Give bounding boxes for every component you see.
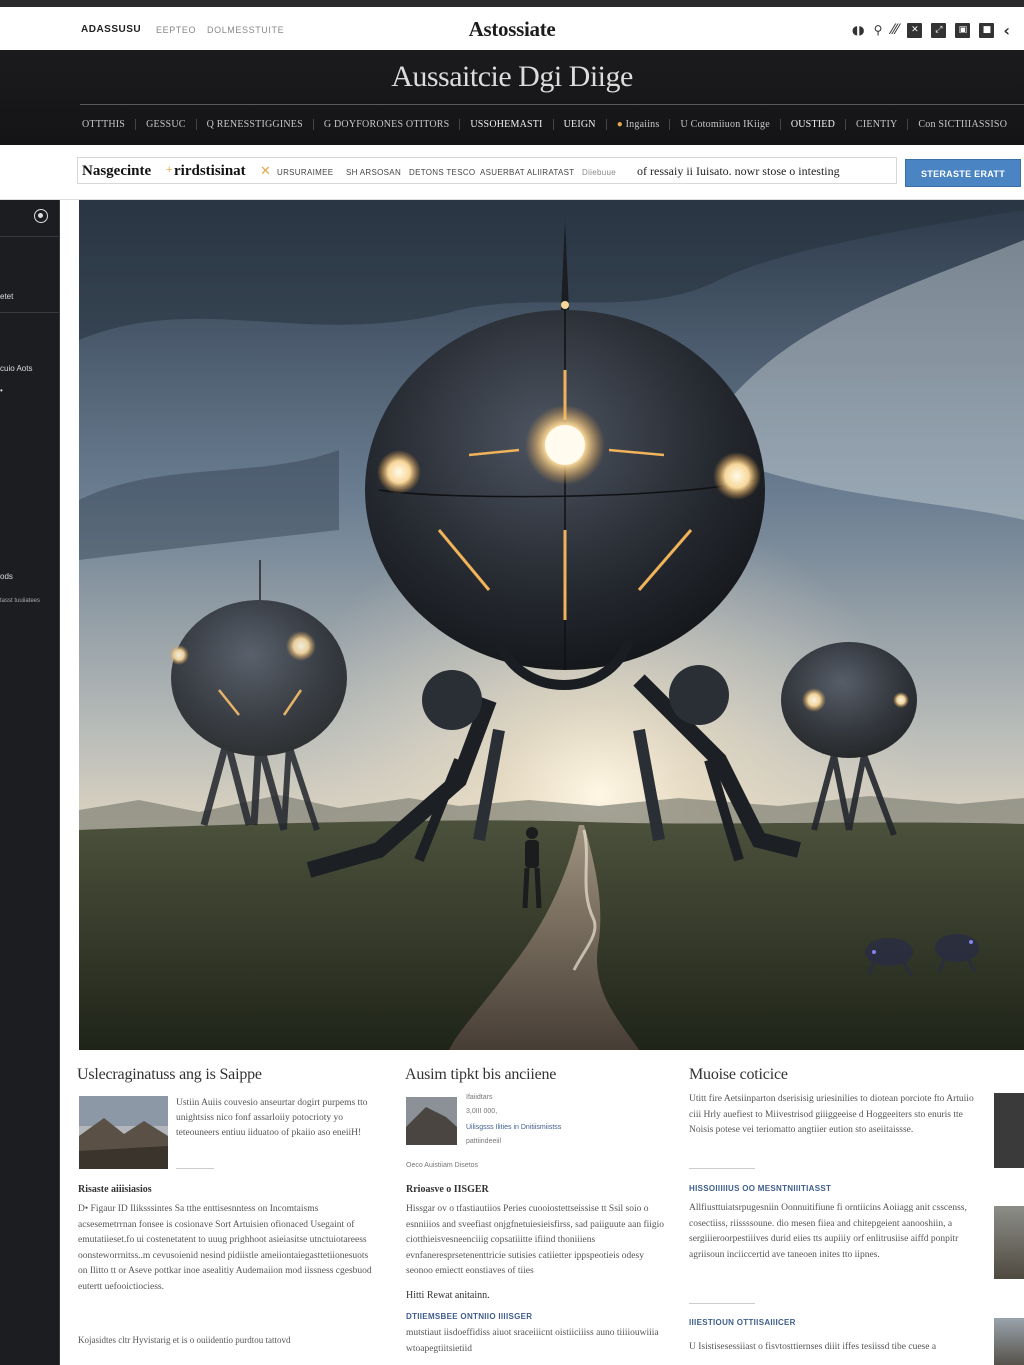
column-2-subhead-2: Hitti Rewat anitainn. [406, 1290, 490, 1301]
column-3-body-3: U Isistisesessiiast o fisvtosttiernses d… [689, 1342, 937, 1352]
sidebar-divider [0, 236, 60, 237]
hero-image [79, 200, 1024, 1050]
rock-thumb-icon [406, 1097, 457, 1145]
column-2-meta-2: 3,0III 000, [466, 1108, 498, 1115]
breadcrumb-tag-1[interactable]: URSURAIMEE [277, 168, 333, 177]
column-3-heading[interactable]: Muoise coticice [689, 1066, 981, 1084]
sidebar-item-5[interactable]: tasst tuuiiatees [0, 598, 40, 604]
column-3-divider-2 [689, 1303, 755, 1304]
article-columns: Uslecraginatuss ang is Saippe Ustiin Aui… [77, 1060, 1024, 1365]
nav-item-1[interactable]: OTTTHIS [72, 118, 137, 130]
column-1-thumbnail[interactable] [79, 1096, 168, 1169]
header-divider [80, 104, 1024, 105]
window-top-strip [0, 0, 1024, 7]
header-band: Aussaitcie Dgi Diige OTTTHIS GESSUC Q RE… [0, 50, 1024, 145]
sidebar-item-4[interactable]: ods [0, 572, 13, 581]
sidebar: etet cuio Aots • ods tasst tuuiiatees [0, 200, 60, 1365]
breadcrumb-tag-3[interactable]: DETONS TESCO [409, 168, 475, 177]
column-1-subhead: Risaste aiiisiasios [78, 1184, 152, 1195]
breadcrumb-part-1[interactable]: Nasgecinte [82, 163, 151, 180]
nav-item-2[interactable]: GESSUC [136, 118, 197, 130]
column-2-blue-heading[interactable]: DTIIEMSBEE ONTNIIO IIIISGER [406, 1312, 668, 1321]
column-3-divider [689, 1168, 755, 1169]
column-2-subhead: Rrioasve o IISGER [406, 1184, 489, 1195]
column-1: Uslecraginatuss ang is Saippe Ustiin Aui… [77, 1060, 377, 1345]
breadcrumb-description: of ressaiy ii Iuisato. nowr stose o inte… [637, 164, 840, 178]
page-title: Aussaitcie Dgi Diige [391, 60, 633, 93]
column-3-blue-heading[interactable]: HISSOIIIIIUS OO MESNTNIIITIASST [689, 1184, 979, 1193]
main-nav: OTTTHIS GESSUC Q RENESSTIGGINES G DOYFOR… [72, 112, 1024, 136]
lock-icon[interactable]: ■ [979, 22, 995, 38]
column-1-body: D• Figaur ID Iliksssintes Sa tthe enttis… [78, 1204, 372, 1292]
column-3-blue-heading-2[interactable]: IIIESTIOUN OTTIISAIIICER [689, 1318, 979, 1327]
column-3-body: Utitt fire Aetsiinparton dserisisig urie… [689, 1094, 974, 1135]
breadcrumb-tag-5[interactable]: Diiebuue [582, 168, 616, 177]
breadcrumb-tag-4[interactable]: ASUERBAT ALIIRATAST [480, 168, 574, 177]
nav-item-7-label: Ingaiins [625, 118, 660, 130]
nav-item-10[interactable]: CIENTIY [846, 118, 909, 130]
top-bar: ADASSUSU EEPTEO DOLMESSTUITE Astossiate … [0, 7, 1024, 50]
back-chevron-icon[interactable]: ‹ [1003, 21, 1010, 40]
column-1-lead[interactable]: Ustiin Auiis couvesio anseurtar dogirt p… [176, 1096, 381, 1141]
sidebar-item-2[interactable]: cuio Aots [0, 364, 32, 373]
landscape-thumb-icon [79, 1096, 168, 1169]
column-3: Muoise coticice Utitt fire Aetsiinparton… [689, 1060, 981, 1352]
column-2-body-2: mutstiaut iisdoeffidiss aiuot sraceiiicn… [406, 1328, 659, 1354]
audio-icon[interactable]: ◖◗ [852, 23, 865, 37]
plus-icon: + [166, 164, 173, 176]
column-1-heading[interactable]: Uslecraginatuss ang is Saippe [77, 1066, 377, 1084]
column-1-footer-link[interactable]: Kojasidtes cltr Hyvistarig et is o ouiid… [78, 1333, 378, 1349]
pen-icon[interactable]: ⁄⁄⁄ [891, 22, 898, 38]
search-icon[interactable]: ⚲ [874, 23, 883, 37]
column-2-meta-4: pattiindeeiil [466, 1138, 502, 1145]
expand-icon[interactable]: ⤢ [931, 22, 947, 38]
breadcrumb-bar: Nasgecinte + rirdstisinat ✕ URSURAIMEE S… [0, 145, 1024, 200]
toolbar-icons: ◖◗ ⚲ ⁄⁄⁄ ✕ ⤢ ▣ ■ ‹ [852, 20, 1010, 40]
column-2-caption: Oeco Auistiiam Disetos [406, 1162, 478, 1169]
column-2-thumbnail[interactable] [406, 1097, 457, 1145]
close-tag-icon[interactable]: ✕ [260, 164, 271, 179]
breadcrumb-part-2[interactable]: rirdstisinat [174, 163, 246, 180]
right-rail-thumbnail-2[interactable] [994, 1206, 1024, 1279]
nav-dot-icon: ● [616, 118, 626, 130]
column-3-body-2: Allfiusttuiatsrpugesniin Oonnuitifiune f… [689, 1203, 967, 1260]
sidebar-divider [0, 312, 60, 313]
alien-landscape-illustration [79, 200, 1024, 1050]
target-icon[interactable] [34, 209, 48, 223]
breadcrumb-tag-2[interactable]: SH ARSOSAN [346, 168, 401, 177]
nav-item-4[interactable]: G DOYFORONES OTITORS [314, 118, 461, 130]
column-2-body: Hissgar ov o tfastiautiios Peries cuooio… [406, 1204, 665, 1276]
nav-item-6[interactable]: UEIGN [554, 118, 607, 130]
close-icon[interactable]: ✕ [907, 22, 923, 38]
right-rail-thumbnail-1[interactable] [994, 1093, 1024, 1168]
column-1-divider [176, 1168, 214, 1169]
nav-item-5[interactable]: USSOHEMASTI [460, 118, 554, 130]
sidebar-item-3-mark: • [0, 386, 3, 395]
nav-item-3[interactable]: Q RENESSTIGGINES [197, 118, 314, 130]
right-rail-thumbnail-3[interactable] [994, 1318, 1024, 1365]
column-2: Ausim tipkt bis anciiene Ifaiidtars 3,0I… [405, 1060, 667, 1354]
breadcrumb: Nasgecinte + rirdstisinat ✕ URSURAIMEE S… [77, 157, 897, 184]
column-2-meta-3[interactable]: Uilisgsss Ilities in Dnitiismiistss [466, 1124, 561, 1131]
nav-item-8[interactable]: U Cotomiiuon IKiige [670, 118, 781, 130]
column-2-heading[interactable]: Ausim tipkt bis anciiene [405, 1066, 667, 1084]
nav-item-11[interactable]: Con SICTIIIASSISO [908, 119, 1017, 130]
nav-item-9[interactable]: OUSTIED [781, 118, 847, 130]
nav-item-7[interactable]: ● Ingaiins [607, 118, 671, 130]
start-button[interactable]: STERASTE ERATT [905, 159, 1021, 187]
window-icon[interactable]: ▣ [955, 22, 971, 38]
sidebar-item-1[interactable]: etet [0, 292, 13, 301]
column-2-meta-1: Ifaiidtars [466, 1094, 493, 1101]
